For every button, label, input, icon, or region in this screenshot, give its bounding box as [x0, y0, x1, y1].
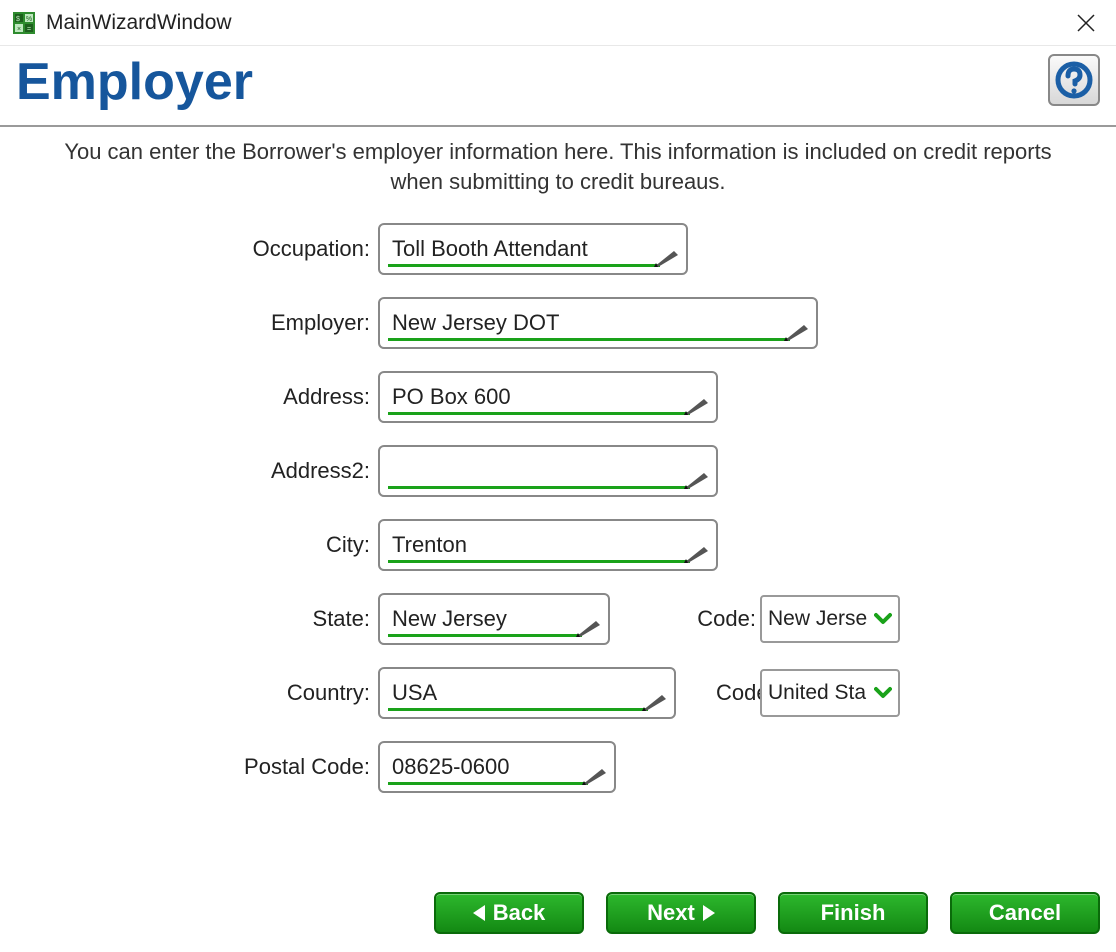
cancel-button-label: Cancel	[989, 900, 1061, 926]
app-icon: $ % × =	[12, 11, 36, 35]
state-code-combo[interactable]: New Jerse	[760, 595, 900, 643]
pencil-icon	[684, 543, 708, 563]
svg-text:%: %	[26, 16, 32, 23]
cancel-button[interactable]: Cancel	[950, 892, 1100, 934]
back-button-label: Back	[493, 900, 546, 926]
pencil-icon	[654, 247, 678, 267]
window-title: MainWizardWindow	[46, 11, 232, 35]
form-area: Occupation: Employer: Address:	[0, 201, 1116, 793]
employer-label: Employer:	[40, 310, 378, 336]
pencil-icon	[576, 617, 600, 637]
address2-label: Address2:	[40, 458, 378, 484]
occupation-field[interactable]	[378, 223, 688, 275]
address-field[interactable]	[378, 371, 718, 423]
svg-text:=: =	[27, 26, 31, 33]
page-title: Employer	[16, 54, 253, 111]
triangle-right-icon	[703, 905, 715, 921]
postal-label: Postal Code:	[40, 754, 378, 780]
employer-field[interactable]	[378, 297, 818, 349]
chevron-down-icon	[874, 686, 892, 700]
state-code-label: Code:	[650, 606, 760, 632]
help-button[interactable]	[1048, 54, 1100, 106]
country-code-combo[interactable]: United Sta	[760, 669, 900, 717]
svg-text:$: $	[16, 16, 20, 23]
postal-input[interactable]	[390, 753, 604, 781]
next-button-label: Next	[647, 900, 695, 926]
pencil-icon	[784, 321, 808, 341]
country-code-value: United Sta	[768, 681, 866, 705]
address-label: Address:	[40, 384, 378, 410]
svg-text:×: ×	[17, 26, 21, 33]
help-icon	[1055, 61, 1093, 99]
state-code-value: New Jerse	[768, 607, 867, 631]
occupation-input[interactable]	[390, 235, 676, 263]
triangle-left-icon	[473, 905, 485, 921]
pencil-icon	[582, 765, 606, 785]
pencil-icon	[642, 691, 666, 711]
pencil-icon	[684, 469, 708, 489]
state-input[interactable]	[390, 605, 598, 633]
country-input[interactable]	[390, 679, 664, 707]
country-code-label: Code:	[716, 680, 760, 706]
chevron-down-icon	[874, 612, 892, 626]
finish-button[interactable]: Finish	[778, 892, 928, 934]
address2-input[interactable]	[390, 457, 706, 485]
page-header: Employer	[0, 46, 1116, 127]
title-bar: $ % × = MainWizardWindow	[0, 0, 1116, 46]
employer-input[interactable]	[390, 309, 806, 337]
city-label: City:	[40, 532, 378, 558]
pencil-icon	[684, 395, 708, 415]
close-icon	[1077, 14, 1095, 32]
footer-buttons: Back Next Finish Cancel	[0, 880, 1116, 952]
city-input[interactable]	[390, 531, 706, 559]
close-button[interactable]	[1068, 5, 1104, 41]
state-field[interactable]	[378, 593, 610, 645]
back-button[interactable]: Back	[434, 892, 584, 934]
occupation-label: Occupation:	[40, 236, 378, 262]
finish-button-label: Finish	[821, 900, 886, 926]
state-label: State:	[40, 606, 378, 632]
country-label: Country:	[40, 680, 378, 706]
instructions-text: You can enter the Borrower's employer in…	[0, 127, 1116, 200]
address2-field[interactable]	[378, 445, 718, 497]
country-field[interactable]	[378, 667, 676, 719]
city-field[interactable]	[378, 519, 718, 571]
address-input[interactable]	[390, 383, 706, 411]
postal-field[interactable]	[378, 741, 616, 793]
next-button[interactable]: Next	[606, 892, 756, 934]
